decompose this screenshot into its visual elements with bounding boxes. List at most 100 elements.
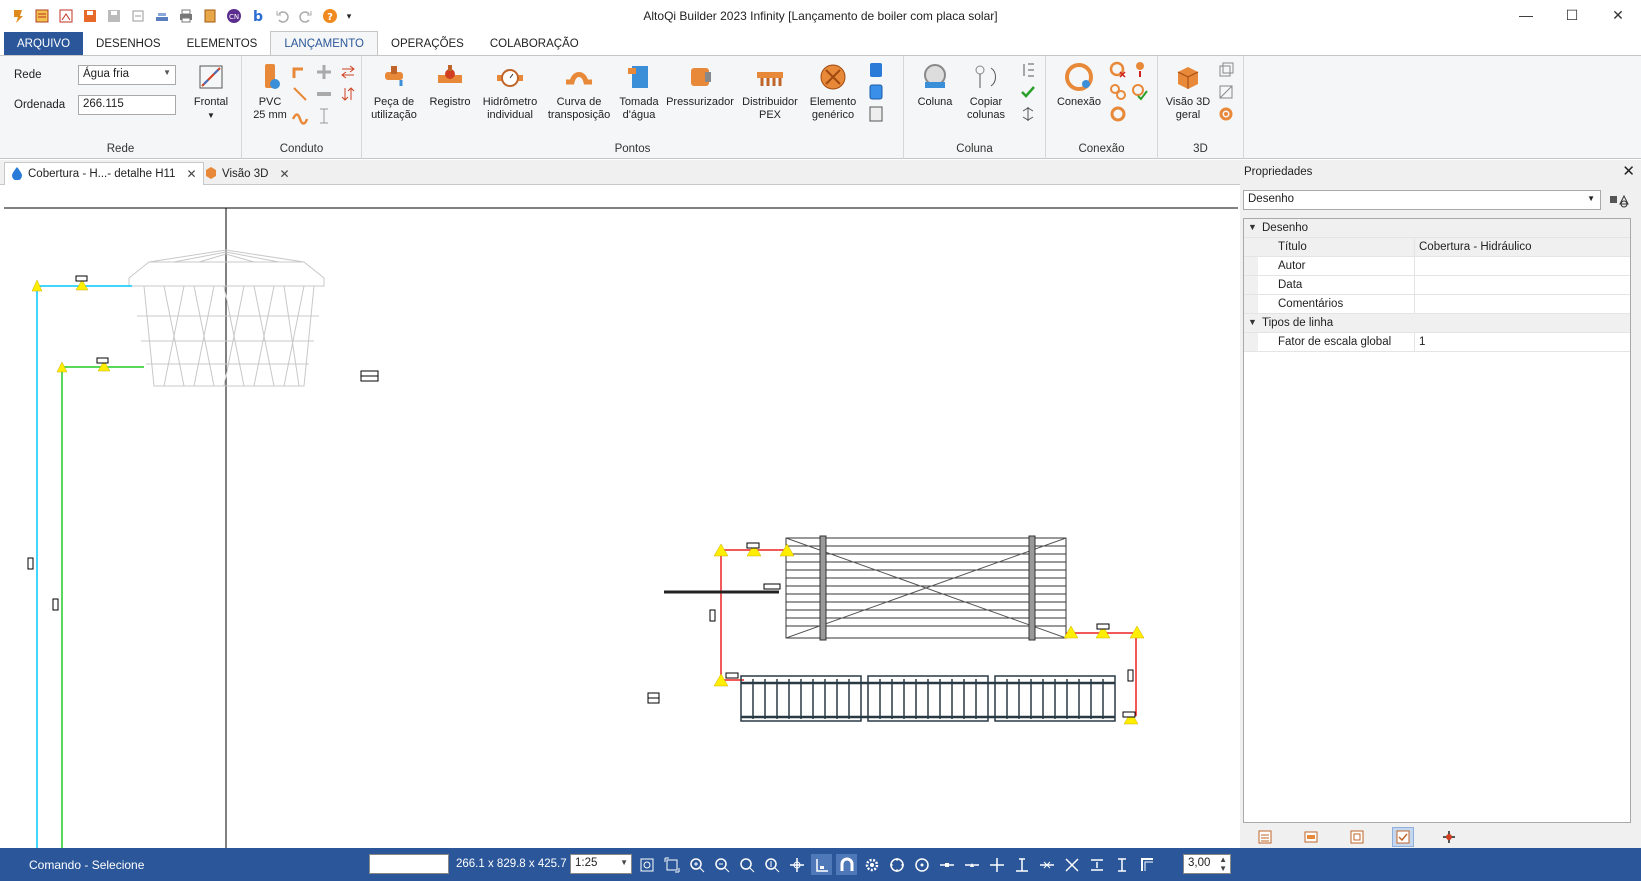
conexao-button[interactable]: Conexão [1054,60,1104,109]
visao-3d-geral-button[interactable]: Visão 3D geral [1164,60,1212,122]
reservoir-light-icon[interactable] [866,82,886,102]
snap-settings-gear-icon[interactable] [861,854,882,875]
tomada-agua-button[interactable]: Tomada d'água [614,60,664,122]
reservoir-box-icon[interactable] [866,104,886,124]
pipe-connect-icon[interactable] [314,84,334,104]
close-panel-icon[interactable]: ✕ [1622,162,1635,180]
registro-button[interactable]: Registro [422,60,478,109]
tab-elementos[interactable]: ELEMENTOS [174,32,271,55]
snap-center-icon[interactable] [886,854,907,875]
new-file-icon[interactable] [32,6,52,26]
property-row-autor[interactable]: Autor [1244,257,1630,276]
3d-copy-icon[interactable] [1216,60,1236,80]
pan-icon[interactable] [786,854,807,875]
close-window-button[interactable]: ✕ [1595,0,1641,30]
zoom-window-icon[interactable] [636,854,657,875]
pipe-wave-icon[interactable] [290,106,310,126]
zoom-out-icon[interactable] [711,854,732,875]
arrows-swap-icon[interactable] [338,62,358,82]
magnet-snap-icon[interactable] [836,854,857,875]
ortho-icon[interactable] [811,854,832,875]
connection-info-icon[interactable] [1130,60,1150,80]
column-split-icon[interactable] [1018,104,1038,124]
snap-tangent-icon[interactable] [1086,854,1107,875]
distribuidor-pex-button[interactable]: Distribuidor PEX [736,60,804,122]
snap-settings-icon[interactable] [1438,827,1460,847]
spinner-arrows-icon[interactable]: ▲ ▼ [1219,855,1227,873]
property-value[interactable]: 1 [1414,333,1630,351]
properties-list-icon[interactable] [1254,827,1276,847]
pipe-curve-icon[interactable] [290,84,310,104]
connection-check-icon[interactable] [1130,82,1150,102]
snap-distance-spinner[interactable]: 3,00 ▲ ▼ [1183,854,1231,874]
plot-icon[interactable] [200,6,220,26]
checklist-panel-icon[interactable] [1392,827,1414,847]
save-icon[interactable] [80,6,100,26]
pipe-vertical-icon[interactable] [314,106,334,126]
close-tab-icon[interactable]: ✕ [186,167,196,181]
pipe-elbow-icon[interactable] [290,62,310,82]
peca-utilizacao-button[interactable]: Peça de utilização [366,60,422,122]
categorize-icon[interactable] [1608,190,1630,210]
print-icon[interactable] [176,6,196,26]
snap-extension-icon[interactable] [1111,854,1132,875]
snap-circle-icon[interactable] [911,854,932,875]
3d-settings-icon[interactable] [1216,104,1236,124]
objects-panel-icon[interactable] [1346,827,1368,847]
builder-icon[interactable]: b [248,6,268,26]
curva-transposicao-button[interactable]: Curva de transposição [544,60,614,122]
snap-quadrant-icon[interactable] [1061,854,1082,875]
property-row-fator-escala[interactable]: Fator de escala global 1 [1244,333,1630,352]
category-desenho[interactable]: ▼ Desenho [1244,219,1630,238]
arrows-vertical-icon[interactable] [338,84,358,104]
drawing-canvas[interactable] [4,186,1238,848]
customize-qat-icon[interactable]: ▾ [344,6,354,26]
undo-icon[interactable] [272,6,292,26]
cad-drawing[interactable] [4,186,1238,848]
layers-panel-icon[interactable] [1300,827,1322,847]
column-check-icon[interactable] [1018,82,1038,102]
snap-endpoint-icon[interactable] [936,854,957,875]
property-row-comentarios[interactable]: Comentários [1244,295,1630,314]
minimize-button[interactable]: — [1503,0,1549,30]
layers-icon[interactable] [152,6,172,26]
tab-lancamento[interactable]: LANÇAMENTO [270,31,378,55]
hidrometro-button[interactable]: Hidrômetro individual [478,60,542,122]
help-icon[interactable]: ? [320,6,340,26]
properties-object-select[interactable]: Desenho ▼ [1243,190,1601,210]
snap-intersection-icon[interactable] [986,854,1007,875]
zoom-realtime-icon[interactable] [761,854,782,875]
collapse-icon[interactable]: ▼ [1248,222,1257,232]
property-value[interactable]: Cobertura - Hidráulico [1414,238,1630,256]
snap-angle-icon[interactable] [1136,854,1157,875]
pipe-tee-icon[interactable] [314,62,334,82]
coluna-button[interactable]: Coluna [910,60,960,109]
collapse-icon[interactable]: ▼ [1248,317,1257,327]
pressurizador-button[interactable]: Pressurizador [664,60,736,109]
rede-select[interactable]: Água fria ▼ [78,65,176,85]
pvc-button[interactable]: PVC 25 mm [248,60,292,122]
property-row-data[interactable]: Data [1244,276,1630,295]
copiar-colunas-button[interactable]: Copiar colunas [960,60,1012,122]
tab-colaboracao[interactable]: COLABORAÇÃO [477,32,592,55]
zoom-extents-icon[interactable] [661,854,682,875]
property-row-titulo[interactable]: Título Cobertura - Hidráulico [1244,238,1630,257]
connection-multi-icon[interactable] [1108,82,1128,102]
zoom-previous-icon[interactable] [736,854,757,875]
snap-nearest-icon[interactable] [1036,854,1057,875]
maximize-button[interactable]: ☐ [1549,0,1595,30]
frontal-button[interactable]: Frontal ▼ [188,60,234,122]
ordenada-input[interactable]: 266.115 [78,95,176,115]
export-icon[interactable] [128,6,148,26]
connect-icon[interactable]: CN [224,6,244,26]
column-list-icon[interactable] [1018,60,1038,80]
tab-desenhos[interactable]: DESENHOS [83,32,174,55]
property-value[interactable] [1414,276,1630,294]
zoom-in-icon[interactable] [686,854,707,875]
tab-arquivo[interactable]: ARQUIVO [4,32,84,55]
reservoir-blue-icon[interactable] [866,60,886,80]
save-as-icon[interactable] [104,6,124,26]
property-value[interactable] [1414,295,1630,313]
elemento-generico-button[interactable]: Elemento genérico [804,60,862,122]
open-file-icon[interactable] [56,6,76,26]
